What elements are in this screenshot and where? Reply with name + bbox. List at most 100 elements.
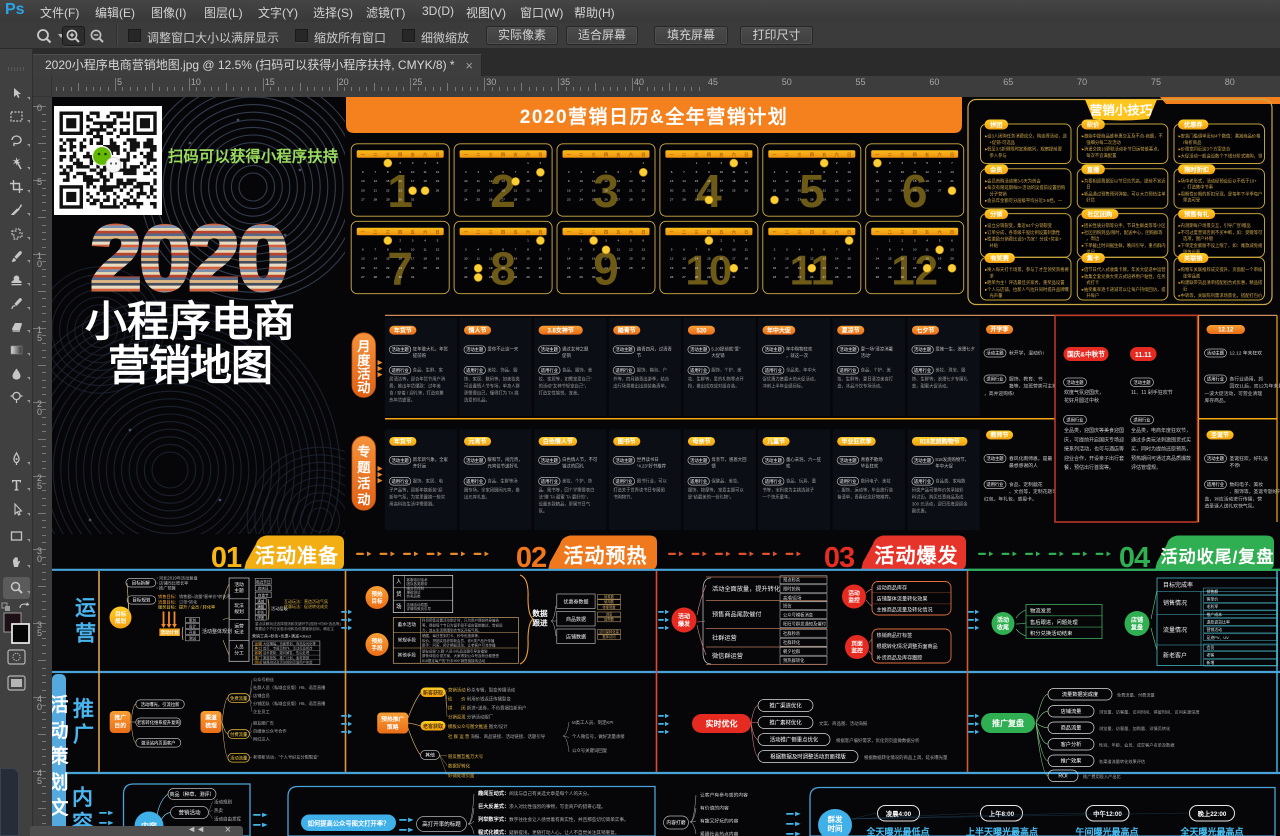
svg-text:全天曝光最高点: 全天曝光最高点 bbox=[1179, 826, 1243, 836]
svg-text:活动主题: 活动主题 bbox=[1066, 379, 1084, 386]
svg-text:满减: 满减 bbox=[257, 598, 265, 603]
svg-text:重点讲解玩法选择规则和关键环节(规则+时间+选品等): 重点讲解玩法选择规则和关键环节(规则+时间+选品等) bbox=[255, 621, 341, 626]
svg-text:11: 11 bbox=[925, 248, 928, 252]
svg-text:7: 7 bbox=[877, 248, 879, 252]
svg-text:全品类，迎国庆等美食迎国: 全品类，迎国庆等美食迎国 bbox=[1064, 427, 1124, 434]
svg-text:日: 日 bbox=[744, 228, 748, 235]
svg-text:有奖赛: 有奖赛 bbox=[990, 255, 1009, 263]
svg-text:28: 28 bbox=[514, 198, 518, 202]
svg-text:活: 活 bbox=[52, 693, 69, 716]
svg-text:全天曝光最低点: 全天曝光最低点 bbox=[865, 826, 929, 836]
svg-text:17: 17 bbox=[785, 266, 789, 270]
svg-text:圆专场，全家团圆闹元宵，推: 圆专场，全家团圆闹元宵，推 bbox=[464, 487, 521, 494]
svg-text:4: 4 bbox=[424, 161, 426, 165]
svg-text:▸消遥交换13更联活动补节日运营维基点，: ▸消遥交换13更联活动补节日运营维基点， bbox=[1082, 146, 1162, 153]
svg-text:群发: 群发 bbox=[827, 814, 843, 824]
svg-text:13: 13 bbox=[501, 179, 505, 183]
svg-text:朝夕拉群: 朝夕拉群 bbox=[783, 648, 801, 655]
svg-text:23: 23 bbox=[835, 188, 839, 192]
svg-text:秋开学，混动价!: 秋开学，混动价! bbox=[1009, 350, 1044, 357]
svg-text:度: 度 bbox=[357, 352, 371, 368]
svg-text:6: 6 bbox=[642, 238, 644, 242]
svg-text:6: 6 bbox=[618, 170, 620, 174]
svg-text:渠道: 渠道 bbox=[204, 714, 217, 722]
svg-text:3: 3 bbox=[605, 238, 607, 242]
svg-text:▸周期性价期的折扣呈现，是每年下半季每户: ▸周期性价期的折扣呈现，是每年下半季每户 bbox=[1179, 190, 1263, 197]
svg-text:10: 10 bbox=[411, 248, 415, 252]
svg-text:销售额: 销售额 bbox=[1207, 589, 1219, 594]
svg-text:27: 27 bbox=[361, 198, 365, 202]
svg-text:8: 8 bbox=[696, 170, 698, 174]
svg-text:818发烧购物节，: 818发烧购物节， bbox=[935, 456, 969, 463]
svg-text:接系列活动，也可与酒店等: 接系列活动，也可与酒店等 bbox=[1064, 446, 1124, 453]
svg-text:29: 29 bbox=[707, 275, 711, 279]
svg-text:▸个人与店铺，拉新人气拉升同时提升品牌曝: ▸个人与店铺，拉新人气拉升同时提升品牌曝 bbox=[985, 286, 1070, 293]
svg-text:日: 日 bbox=[950, 228, 954, 235]
svg-text:16: 16 bbox=[720, 257, 724, 261]
svg-text:保健品、美妆、: 保健品、美妆、 bbox=[711, 478, 741, 485]
svg-text:22: 22 bbox=[876, 188, 880, 192]
svg-text:社群人员（私域会员版）H5、语音直播: 社群人员（私域会员版）H5、语音直播 bbox=[253, 684, 326, 691]
svg-text:▸场中老形式，活动经预设近以不低于10+: ▸场中老形式，活动经预设近以不低于10+ bbox=[1179, 177, 1258, 184]
svg-text:3: 3 bbox=[901, 161, 903, 165]
svg-text:19: 19 bbox=[604, 188, 608, 192]
svg-text:6: 6 bbox=[362, 170, 364, 174]
svg-text:目标: 目标 bbox=[371, 597, 383, 605]
svg-text:教师节: 教师节 bbox=[989, 431, 1008, 439]
svg-text:25: 25 bbox=[913, 188, 917, 192]
svg-text:适用行业: 适用行业 bbox=[541, 367, 559, 374]
svg-text:链路测试及活动规则页面用户体验: 链路测试及活动规则页面用户体验 bbox=[263, 660, 313, 665]
svg-text:推广复盘: 推广复盘 bbox=[992, 718, 1024, 728]
svg-text:自造节: 自造节 bbox=[258, 592, 269, 597]
svg-text:5: 5 bbox=[926, 161, 928, 165]
svg-text:适用行业: 适用行业 bbox=[839, 367, 857, 374]
svg-text:2: 2 bbox=[399, 161, 401, 165]
svg-text:活动整体规划: 活动整体规划 bbox=[202, 628, 232, 635]
svg-text:活动主题: 活动主题 bbox=[839, 457, 857, 464]
svg-text:目标完成率: 目标完成率 bbox=[1163, 581, 1193, 589]
svg-text:踏青节: 踏青节 bbox=[618, 326, 636, 334]
svg-text:活动曝光，引流拉新: 活动曝光，引流拉新 bbox=[141, 701, 180, 708]
svg-text:求: 求 bbox=[990, 272, 995, 278]
svg-text:18: 18 bbox=[925, 257, 929, 261]
svg-text:18: 18 bbox=[798, 266, 802, 270]
svg-text:活动主题: 活动主题 bbox=[466, 457, 484, 464]
svg-text:23: 23 bbox=[901, 266, 905, 270]
svg-text:31: 31 bbox=[411, 275, 415, 279]
svg-text:页面: 页面 bbox=[851, 640, 863, 648]
svg-text:美妆、个护、饰: 美妆、个护、饰 bbox=[562, 478, 593, 485]
svg-text:社区团购: 社区团购 bbox=[1087, 211, 1113, 219]
svg-text:优惠券: 优惠券 bbox=[1184, 121, 1203, 129]
svg-text:母亲节，感恩大回: 母亲节，感恩大回 bbox=[711, 456, 747, 463]
svg-text:9: 9 bbox=[836, 170, 838, 174]
svg-text:动: 动 bbox=[357, 492, 370, 507]
svg-text:17: 17 bbox=[901, 179, 905, 183]
svg-text:策: 策 bbox=[52, 745, 69, 768]
svg-text:1: 1 bbox=[696, 161, 698, 165]
svg-text:27: 27 bbox=[501, 198, 505, 202]
svg-text:26: 26 bbox=[604, 198, 608, 202]
svg-text:11: 11 bbox=[592, 179, 595, 183]
svg-text:7: 7 bbox=[836, 248, 838, 252]
svg-text:通过女神之题: 通过女神之题 bbox=[562, 346, 589, 353]
svg-text:日: 日 bbox=[847, 228, 851, 235]
svg-text:活动主题: 活动主题 bbox=[392, 346, 410, 353]
svg-text:9: 9 bbox=[399, 248, 401, 252]
svg-text:19: 19 bbox=[436, 179, 440, 183]
svg-text:25: 25 bbox=[732, 188, 736, 192]
svg-text:29: 29 bbox=[386, 198, 390, 202]
svg-text:使用数: 使用数 bbox=[604, 599, 615, 604]
svg-text:13: 13 bbox=[822, 257, 826, 261]
svg-text:划: 划 bbox=[52, 770, 69, 793]
svg-text:推广预算: 推广预算 bbox=[159, 585, 176, 592]
svg-text:2: 2 bbox=[836, 161, 838, 165]
svg-text:22: 22 bbox=[386, 266, 390, 270]
svg-text:补贴: 补贴 bbox=[990, 242, 999, 249]
svg-text:19: 19 bbox=[489, 188, 493, 192]
svg-text:2: 2 bbox=[540, 161, 542, 165]
svg-text:6: 6 bbox=[823, 248, 825, 252]
svg-text:7: 7 bbox=[683, 170, 685, 174]
svg-text:客服: 客服 bbox=[255, 650, 263, 655]
svg-text:14: 14 bbox=[810, 179, 814, 183]
svg-text:造，冰品冷饮专场活动。: 造，冰品冷饮专场活动。 bbox=[837, 383, 884, 390]
